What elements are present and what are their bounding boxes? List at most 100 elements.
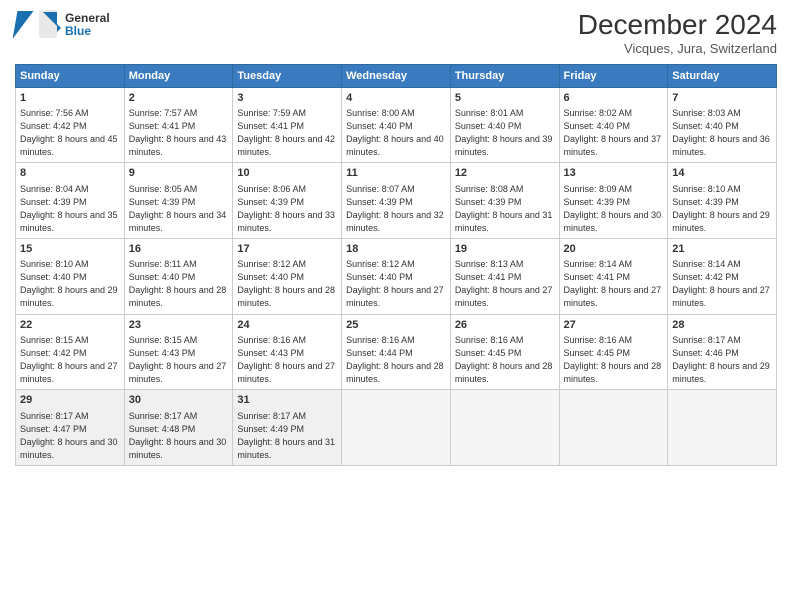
day-number: 8 [20,166,120,181]
day-info: Sunrise: 8:15 AMSunset: 4:43 PMDaylight:… [129,334,229,386]
day-number: 9 [129,166,229,181]
day-info: Sunrise: 8:15 AMSunset: 4:42 PMDaylight:… [20,334,120,386]
day-info: Sunrise: 8:02 AMSunset: 4:40 PMDaylight:… [564,107,664,159]
day-info: Sunrise: 7:56 AMSunset: 4:42 PMDaylight:… [20,107,120,159]
day-info: Sunrise: 8:10 AMSunset: 4:40 PMDaylight:… [20,258,120,310]
day-info: Sunrise: 8:06 AMSunset: 4:39 PMDaylight:… [237,183,337,235]
calendar-cell: 2Sunrise: 7:57 AMSunset: 4:41 PMDaylight… [124,87,233,163]
calendar-cell [342,390,451,466]
day-number: 7 [672,91,772,106]
calendar-week-3: 15Sunrise: 8:10 AMSunset: 4:40 PMDayligh… [16,238,777,314]
day-info: Sunrise: 8:03 AMSunset: 4:40 PMDaylight:… [672,107,772,159]
day-number: 14 [672,166,772,181]
calendar-cell: 3Sunrise: 7:59 AMSunset: 4:41 PMDaylight… [233,87,342,163]
day-info: Sunrise: 8:17 AMSunset: 4:47 PMDaylight:… [20,410,120,462]
day-info: Sunrise: 8:16 AMSunset: 4:44 PMDaylight:… [346,334,446,386]
day-number: 2 [129,91,229,106]
day-header-wednesday: Wednesday [342,64,451,87]
calendar-cell: 17Sunrise: 8:12 AMSunset: 4:40 PMDayligh… [233,238,342,314]
calendar-week-5: 29 Sunrise: 8:17 AMSunset: 4:47 PMDayligh… [16,390,777,466]
location: Vicques, Jura, Switzerland [578,41,777,56]
calendar-week-1: 1Sunrise: 7:56 AMSunset: 4:42 PMDaylight… [16,87,777,163]
day-header-tuesday: Tuesday [233,64,342,87]
day-info: Sunrise: 8:12 AMSunset: 4:40 PMDaylight:… [237,258,337,310]
calendar-cell: 12 Sunrise: 8:08 AMSunset: 4:39 PMDayligh… [450,163,559,239]
day-number: 12 [455,166,555,181]
day-number: 23 [129,318,229,333]
day-number: 22 [20,318,120,333]
logo: General Blue [15,10,110,40]
day-number: 27 [564,318,664,333]
calendar-cell: 23Sunrise: 8:15 AMSunset: 4:43 PMDayligh… [124,314,233,390]
calendar-cell: 25Sunrise: 8:16 AMSunset: 4:44 PMDayligh… [342,314,451,390]
day-info: Sunrise: 8:13 AMSunset: 4:41 PMDaylight:… [455,258,555,310]
day-info: Sunrise: 8:14 AMSunset: 4:41 PMDaylight:… [564,258,664,310]
calendar-cell: 14 Sunrise: 8:10 AMSunset: 4:39 PMDayligh… [668,163,777,239]
day-number: 18 [346,242,446,257]
day-info: Sunrise: 8:11 AMSunset: 4:40 PMDaylight:… [129,258,229,310]
day-info: Sunrise: 8:10 AMSunset: 4:39 PMDaylight:… [672,183,772,235]
day-info: Sunrise: 8:16 AMSunset: 4:45 PMDaylight:… [564,334,664,386]
calendar-table: SundayMondayTuesdayWednesdayThursdayFrid… [15,64,777,466]
day-info: Sunrise: 8:17 AMSunset: 4:46 PMDaylight:… [672,334,772,386]
day-info: Sunrise: 7:59 AMSunset: 4:41 PMDaylight:… [237,107,337,159]
day-info: Sunrise: 8:16 AMSunset: 4:43 PMDaylight:… [237,334,337,386]
calendar-cell: 1Sunrise: 7:56 AMSunset: 4:42 PMDaylight… [16,87,125,163]
day-header-friday: Friday [559,64,668,87]
calendar-cell: 15Sunrise: 8:10 AMSunset: 4:40 PMDayligh… [16,238,125,314]
day-info: Sunrise: 8:00 AMSunset: 4:40 PMDaylight:… [346,107,446,159]
calendar-cell: 7Sunrise: 8:03 AMSunset: 4:40 PMDaylight… [668,87,777,163]
calendar-cell: 11 Sunrise: 8:07 AMSunset: 4:39 PMDayligh… [342,163,451,239]
calendar-header-row: SundayMondayTuesdayWednesdayThursdayFrid… [16,64,777,87]
day-number: 4 [346,91,446,106]
calendar-cell: 28Sunrise: 8:17 AMSunset: 4:46 PMDayligh… [668,314,777,390]
title-block: December 2024 Vicques, Jura, Switzerland [578,10,777,56]
day-info: Sunrise: 8:01 AMSunset: 4:40 PMDaylight:… [455,107,555,159]
day-number: 13 [564,166,664,181]
day-info: Sunrise: 8:17 AMSunset: 4:49 PMDaylight:… [237,410,337,462]
calendar-cell: 21Sunrise: 8:14 AMSunset: 4:42 PMDayligh… [668,238,777,314]
day-number: 21 [672,242,772,257]
calendar-cell: 19Sunrise: 8:13 AMSunset: 4:41 PMDayligh… [450,238,559,314]
day-info: Sunrise: 8:17 AMSunset: 4:48 PMDaylight:… [129,410,229,462]
calendar-week-4: 22Sunrise: 8:15 AMSunset: 4:42 PMDayligh… [16,314,777,390]
month-title: December 2024 [578,10,777,41]
day-number: 29 [20,393,120,408]
calendar-cell: 29 Sunrise: 8:17 AMSunset: 4:47 PMDayligh… [16,390,125,466]
logo-blue-text: Blue [65,25,110,38]
day-info: Sunrise: 8:09 AMSunset: 4:39 PMDaylight:… [564,183,664,235]
day-number: 24 [237,318,337,333]
calendar-cell: 6Sunrise: 8:02 AMSunset: 4:40 PMDaylight… [559,87,668,163]
calendar-cell: 13 Sunrise: 8:09 AMSunset: 4:39 PMDayligh… [559,163,668,239]
day-info: Sunrise: 8:05 AMSunset: 4:39 PMDaylight:… [129,183,229,235]
day-number: 15 [20,242,120,257]
day-info: Sunrise: 7:57 AMSunset: 4:41 PMDaylight:… [129,107,229,159]
calendar-cell: 27Sunrise: 8:16 AMSunset: 4:45 PMDayligh… [559,314,668,390]
calendar-cell: 31 Sunrise: 8:17 AMSunset: 4:49 PMDayligh… [233,390,342,466]
day-number: 10 [237,166,337,181]
page-header: General Blue December 2024 Vicques, Jura… [15,10,777,56]
day-number: 6 [564,91,664,106]
day-number: 5 [455,91,555,106]
calendar-cell: 16Sunrise: 8:11 AMSunset: 4:40 PMDayligh… [124,238,233,314]
day-info: Sunrise: 8:08 AMSunset: 4:39 PMDaylight:… [455,183,555,235]
logo-mark-icon [39,10,61,40]
day-number: 28 [672,318,772,333]
day-number: 19 [455,242,555,257]
calendar-cell: 18Sunrise: 8:12 AMSunset: 4:40 PMDayligh… [342,238,451,314]
day-number: 3 [237,91,337,106]
calendar-cell [450,390,559,466]
day-info: Sunrise: 8:12 AMSunset: 4:40 PMDaylight:… [346,258,446,310]
day-number: 30 [129,393,229,408]
day-number: 17 [237,242,337,257]
day-number: 16 [129,242,229,257]
day-number: 31 [237,393,337,408]
day-header-saturday: Saturday [668,64,777,87]
day-number: 11 [346,166,446,181]
calendar-cell: 24Sunrise: 8:16 AMSunset: 4:43 PMDayligh… [233,314,342,390]
calendar-cell [559,390,668,466]
calendar-cell: 26Sunrise: 8:16 AMSunset: 4:45 PMDayligh… [450,314,559,390]
day-info: Sunrise: 8:14 AMSunset: 4:42 PMDaylight:… [672,258,772,310]
day-info: Sunrise: 8:07 AMSunset: 4:39 PMDaylight:… [346,183,446,235]
day-header-sunday: Sunday [16,64,125,87]
